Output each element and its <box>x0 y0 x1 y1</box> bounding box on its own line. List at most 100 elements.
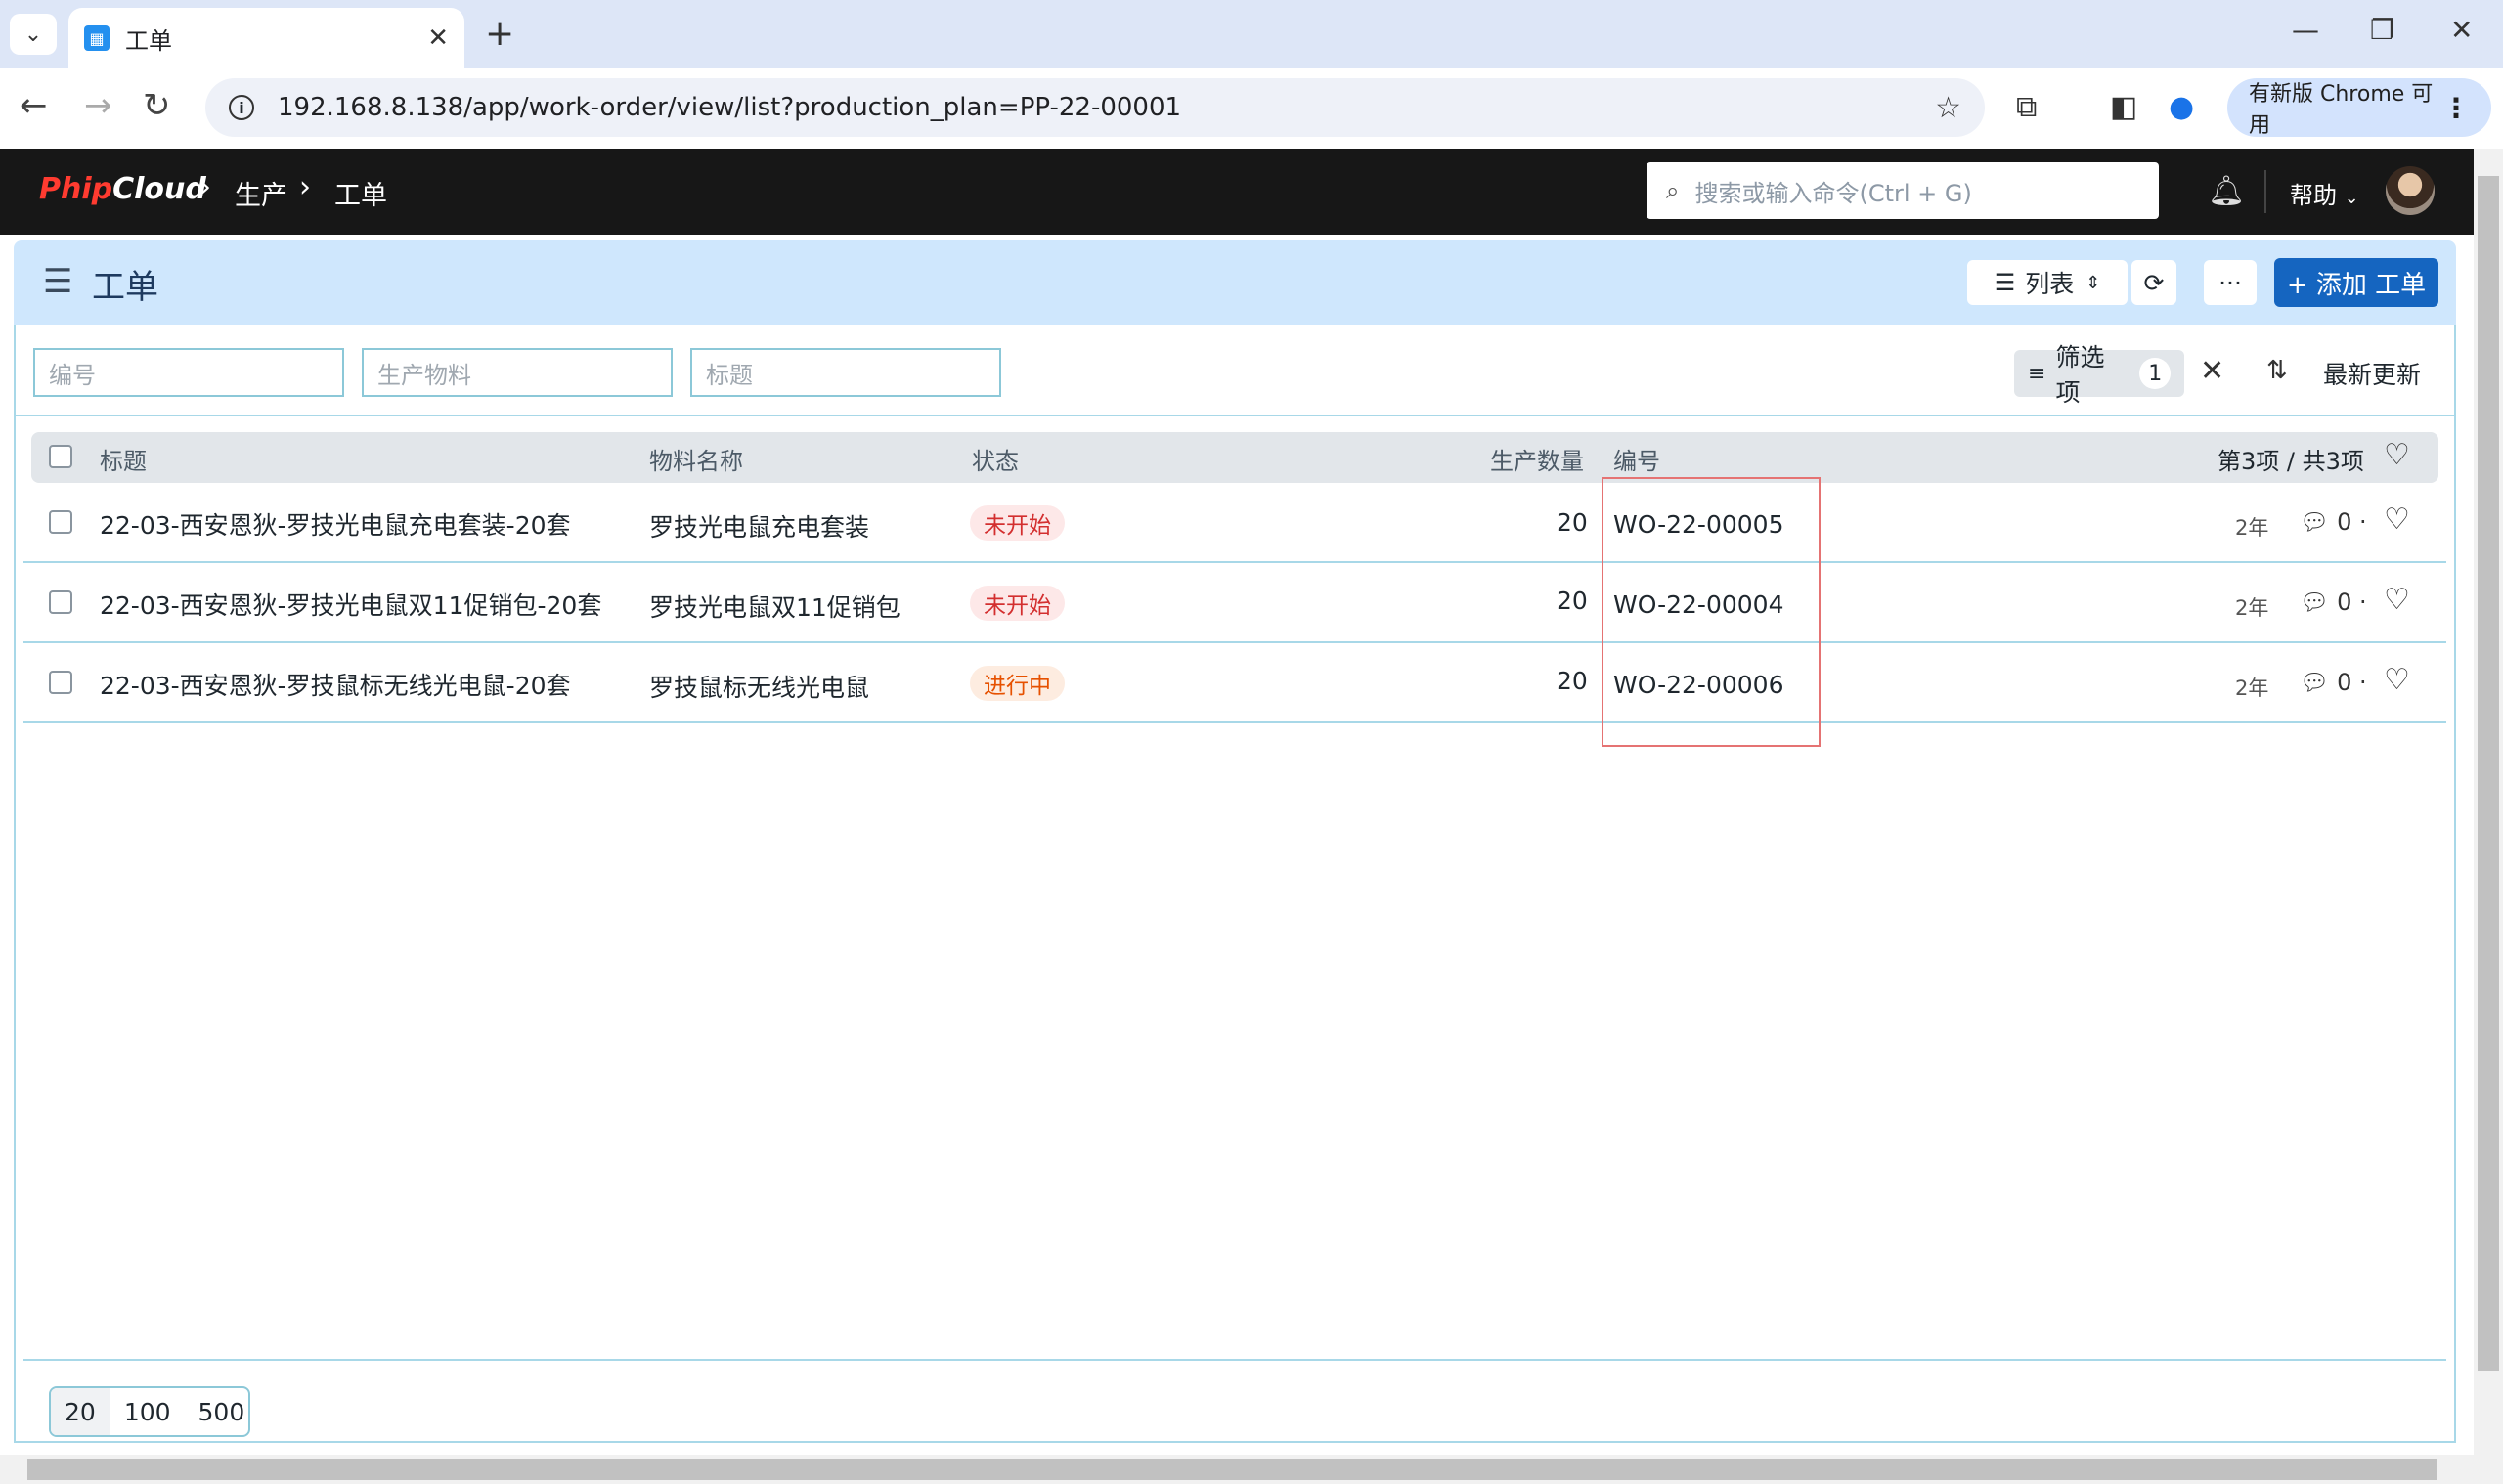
app-logo[interactable]: PhipCloud <box>39 172 206 206</box>
row-modified: 2年 <box>2235 516 2269 540</box>
url-text[interactable]: 192.168.8.138/app/work-order/view/list?p… <box>278 93 1935 122</box>
heart-icon[interactable]: ♡ <box>2384 663 2410 697</box>
row-item: 罗技光电鼠充电套装 <box>649 513 870 542</box>
update-label: 有新版 Chrome 可用 <box>2249 82 2434 138</box>
search-icon: ⌕ <box>1666 177 1680 204</box>
reload-icon[interactable]: ↻ <box>143 86 171 125</box>
kebab-menu-icon[interactable]: ⋮ <box>2442 92 2470 124</box>
app-navbar: PhipCloud › 生产 › 工单 ⌕ 搜索或输入命令(Ctrl + G) … <box>0 149 2474 235</box>
heart-icon[interactable]: ♡ <box>2384 502 2410 537</box>
page-title: 工单 <box>92 268 158 307</box>
clear-filter-icon[interactable]: ✕ <box>2200 354 2224 388</box>
filter-input-material[interactable]: 生产物料 <box>362 348 673 397</box>
add-work-order-button[interactable]: + 添加 工单 <box>2274 258 2438 307</box>
site-info-icon[interactable]: i <box>229 95 254 120</box>
browser-toolbar: ← → ↻ i 192.168.8.138/app/work-order/vie… <box>0 68 2503 149</box>
row-title[interactable]: 22-03-西安恩狄-罗技光电鼠充电套装-20套 <box>100 506 571 542</box>
filter-divider <box>16 415 2454 416</box>
row-title[interactable]: 22-03-西安恩狄-罗技鼠标无线光电鼠-20套 <box>100 667 571 702</box>
help-dropdown[interactable]: 帮助 ⌄ <box>2290 176 2359 210</box>
awesomebar-search[interactable]: ⌕ 搜索或输入命令(Ctrl + G) <box>1647 162 2159 219</box>
tab-title: 工单 <box>125 26 172 55</box>
row-qty: 20 <box>1557 587 1588 615</box>
comment-icon: 💬︎ <box>2300 669 2330 696</box>
tab-search-button[interactable]: ⌄ <box>10 14 57 55</box>
breadcrumb-work-order[interactable]: 工单 <box>334 174 387 212</box>
refresh-icon: ⟳ <box>2143 268 2165 297</box>
chevron-right-icon: › <box>299 170 311 204</box>
chevron-down-icon: ⌄ <box>2344 188 2359 208</box>
row-modified: 2年 <box>2235 596 2269 620</box>
notification-bell-icon[interactable]: 🔔︎ <box>2208 174 2245 208</box>
row-qty: 20 <box>1557 667 1588 695</box>
bookmark-star-icon[interactable]: ☆ <box>1935 91 1961 125</box>
column-header-title: 标题 <box>100 448 147 475</box>
chrome-update-button[interactable]: 有新版 Chrome 可用 ⋮ <box>2227 78 2491 138</box>
navbar-divider <box>2264 170 2266 213</box>
vertical-scroll-thumb[interactable] <box>2478 176 2499 1371</box>
row-checkbox[interactable] <box>49 590 72 614</box>
back-icon[interactable]: ← <box>20 86 48 125</box>
comment-icon: 💬︎ <box>2300 589 2330 616</box>
heart-icon[interactable]: ♡ <box>2384 583 2410 617</box>
filter-input-title[interactable]: 标题 <box>690 348 1001 397</box>
row-checkbox[interactable] <box>49 671 72 694</box>
page-length-100[interactable]: 100 <box>110 1388 185 1435</box>
page-head: ☰ 工单 ☰ 列表 ⇕ ⟳ ··· + 添加 工单 <box>14 240 2456 325</box>
favicon-icon: ▦ <box>84 25 110 51</box>
page-length-selector: 20 100 500 <box>49 1386 250 1437</box>
status-badge: 进行中 <box>970 666 1065 701</box>
minimize-icon[interactable]: — <box>2292 14 2319 46</box>
row-qty: 20 <box>1557 508 1588 537</box>
row-divider <box>23 561 2446 563</box>
column-header-code: 编号 <box>1613 448 1660 475</box>
sidebar-toggle-icon[interactable]: ☰ <box>43 262 72 301</box>
row-title[interactable]: 22-03-西安恩狄-罗技光电鼠双11促销包-20套 <box>100 587 601 622</box>
status-badge: 未开始 <box>970 505 1065 541</box>
footer-divider <box>23 1359 2446 1361</box>
new-tab-button[interactable]: + <box>485 14 514 54</box>
comment-count: 💬︎ 0 · <box>2300 508 2367 536</box>
breadcrumb-production[interactable]: 生产 <box>235 174 287 212</box>
filter-count-badge: 1 <box>2139 358 2171 389</box>
close-icon[interactable]: ✕ <box>427 23 449 53</box>
row-item: 罗技光电鼠双11促销包 <box>649 593 900 622</box>
annotation-highlight-box <box>1602 477 1821 747</box>
side-panel-icon[interactable]: ◧ <box>2110 90 2137 124</box>
row-modified: 2年 <box>2235 677 2269 700</box>
row-divider <box>23 641 2446 643</box>
extensions-icon[interactable]: ⧉ <box>2016 90 2037 124</box>
comment-count: 💬︎ 0 · <box>2300 589 2367 616</box>
forward-icon[interactable]: → <box>84 86 112 125</box>
view-switcher-button[interactable]: ☰ 列表 ⇕ <box>1967 260 2128 305</box>
page-length-500[interactable]: 500 <box>185 1388 259 1435</box>
column-header-qty: 生产数量 <box>1490 448 1584 475</box>
chevron-down-icon: ⌄ <box>23 22 43 47</box>
window-close-icon[interactable]: ✕ <box>2450 14 2473 46</box>
record-count: 第3项 / 共3项 <box>2218 448 2364 475</box>
row-item: 罗技鼠标无线光电鼠 <box>649 674 870 702</box>
list-icon: ☰ <box>1994 269 2016 296</box>
sort-by-button[interactable]: 最新更新 <box>2323 356 2421 391</box>
more-menu-button[interactable]: ··· <box>2204 260 2257 305</box>
row-checkbox[interactable] <box>49 510 72 534</box>
filter-button[interactable]: ≡ 筛选项 1 <box>2014 343 2184 407</box>
profile-icon[interactable]: ● <box>2169 90 2194 124</box>
browser-tab[interactable]: ▦ 工单 ✕ <box>68 8 464 68</box>
comment-count: 💬︎ 0 · <box>2300 669 2367 696</box>
address-bar[interactable]: i 192.168.8.138/app/work-order/view/list… <box>205 78 1985 137</box>
sort-order-icon[interactable]: ⇅ <box>2266 356 2288 385</box>
status-badge: 未开始 <box>970 586 1065 621</box>
heart-icon[interactable]: ♡ <box>2384 438 2410 472</box>
comment-icon: 💬︎ <box>2300 508 2330 536</box>
refresh-button[interactable]: ⟳ <box>2131 260 2176 305</box>
column-header-item: 物料名称 <box>649 448 743 475</box>
restore-icon[interactable]: ❐ <box>2370 14 2394 46</box>
page-length-20[interactable]: 20 <box>51 1388 110 1435</box>
horizontal-scroll-thumb[interactable] <box>27 1459 2437 1480</box>
filter-icon: ≡ <box>2028 361 2046 386</box>
avatar[interactable] <box>2386 166 2435 215</box>
select-all-checkbox[interactable] <box>49 445 72 468</box>
list-panel <box>14 325 2456 1443</box>
filter-input-code[interactable]: 编号 <box>33 348 344 397</box>
